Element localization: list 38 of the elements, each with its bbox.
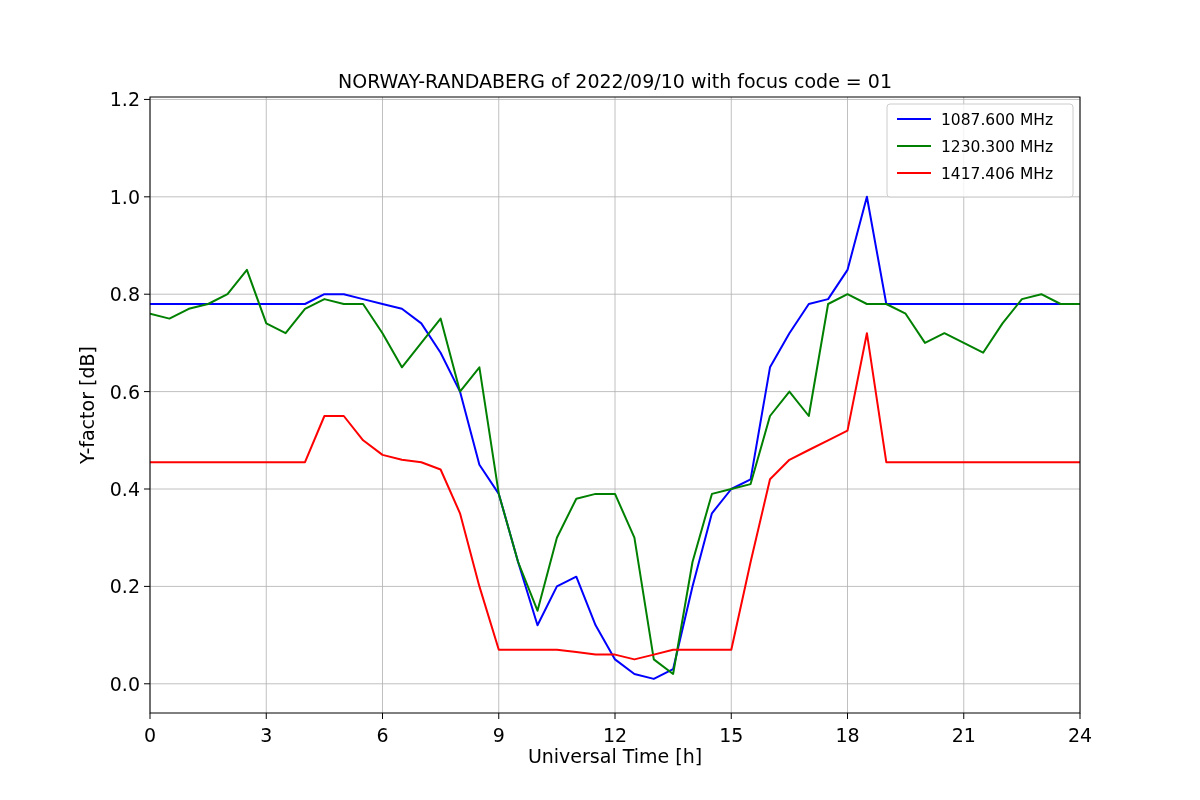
tick-label: 24 — [1067, 724, 1093, 746]
tick-mark — [143, 196, 151, 198]
tick-label: 6 — [376, 724, 389, 746]
tick-label: 12 — [602, 724, 628, 746]
tick-label: 21 — [951, 724, 976, 746]
chart-title: NORWAY-RANDABERG of 2022/09/10 with focus code = 01 — [338, 70, 892, 92]
tick-label: 0.6 — [109, 380, 140, 403]
legend-label: 1230.300 MHz — [941, 138, 1054, 156]
tick-label: 0 — [143, 724, 157, 746]
tick-mark — [143, 488, 151, 490]
tick-mark — [963, 712, 965, 720]
tick-mark — [847, 712, 848, 720]
tick-label: 0.2 — [109, 575, 140, 598]
tick-label: 1.0 — [109, 185, 140, 208]
tick-label: 0.4 — [109, 478, 140, 500]
tick-label: 9 — [492, 724, 505, 746]
tick-label: 3 — [260, 724, 273, 746]
tick-label: 1.2 — [109, 88, 140, 111]
tick-mark — [1079, 712, 1081, 720]
tick-mark — [498, 712, 500, 720]
tick-label: 18 — [835, 724, 860, 746]
tick-label: 0.0 — [109, 672, 140, 695]
tick-mark — [265, 712, 267, 720]
tick-mark — [382, 712, 383, 720]
legend-label: 1087.600 MHz — [941, 111, 1054, 129]
tick-label: 0.8 — [109, 283, 140, 306]
tick-mark — [614, 712, 616, 720]
tick-mark — [143, 391, 151, 393]
tick-mark — [143, 293, 151, 295]
legend-label: 1417.406 MHz — [941, 165, 1054, 183]
tick-mark — [143, 98, 151, 100]
tick-mark — [143, 585, 151, 587]
y-axis-label: Y-factor [dB] — [76, 346, 98, 464]
tick-mark — [143, 683, 151, 685]
tick-mark — [730, 712, 732, 720]
x-axis-label: Universal Time [h] — [527, 745, 703, 767]
tick-label: 15 — [719, 724, 744, 746]
tick-mark — [149, 712, 151, 720]
